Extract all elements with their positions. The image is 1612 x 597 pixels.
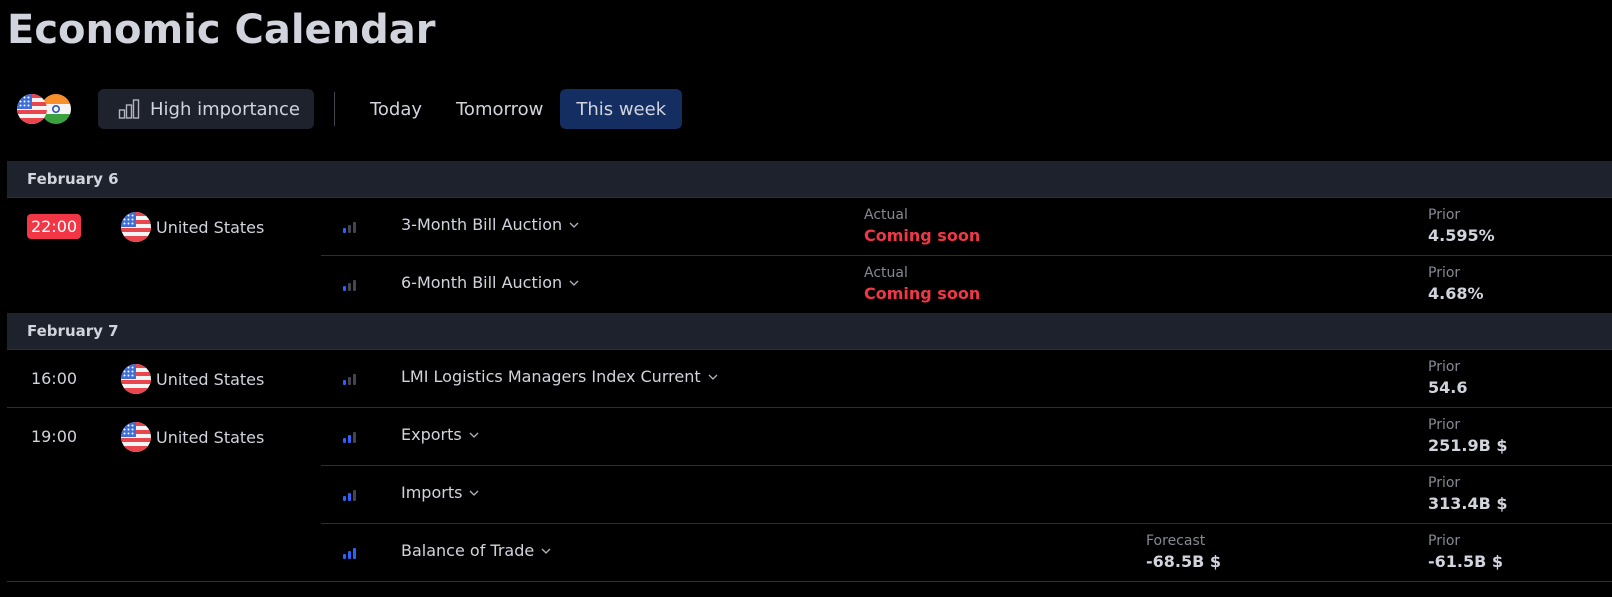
importance-bar: [353, 374, 356, 385]
chevron-down-icon: [469, 432, 479, 438]
chevron-down-icon: [569, 222, 579, 228]
event-time: 19:00: [30, 427, 78, 446]
range-this-week-button[interactable]: This week: [560, 89, 683, 129]
date-label: February 7: [27, 322, 119, 340]
chevron-down-icon: [708, 374, 718, 380]
range-today-button[interactable]: Today: [353, 89, 439, 129]
importance-bar: [353, 432, 356, 443]
country-name: United States: [156, 369, 265, 389]
us-flag-icon: [121, 364, 151, 394]
us-flag-icon: [17, 94, 47, 124]
importance-bar: [348, 283, 351, 291]
prior-value: Prior 251.9B $: [1428, 417, 1508, 455]
event-row[interactable]: 6-Month Bill Auction Actual Coming soon Pri…: [321, 256, 1612, 313]
toolbar-divider: [333, 92, 335, 126]
chevron-down-icon: [541, 548, 551, 554]
event-row[interactable]: Imports Prior 313.4B $: [321, 466, 1612, 524]
actual-value: Actual Coming soon: [864, 207, 981, 245]
time-group: 16:00 United States LMI Logistics Managers…: [7, 350, 1612, 408]
importance-bar: [348, 493, 351, 501]
event-row[interactable]: 3-Month Bill Auction Actual Coming soon Pri…: [321, 198, 1612, 256]
importance-bar: [353, 548, 356, 559]
prior-value: Prior 4.68%: [1428, 265, 1484, 303]
forecast-value: Forecast -68.5B $: [1146, 533, 1222, 571]
importance-bar: [343, 286, 346, 291]
date-header: February 7: [7, 313, 1612, 350]
event-name[interactable]: LMI Logistics Managers Index Current: [401, 367, 718, 386]
high-importance-label: High importance: [150, 98, 300, 120]
country: United States: [121, 212, 264, 242]
date-label: February 6: [27, 170, 119, 188]
event-name[interactable]: 6-Month Bill Auction: [401, 273, 579, 292]
importance-bar: [353, 280, 356, 291]
time-group: 19:00 United States Exports Prior 251.9B $ Im…: [7, 408, 1612, 582]
event-row[interactable]: Balance of Trade Forecast -68.5B $ Prior -61…: [321, 524, 1612, 581]
country-name: United States: [156, 427, 265, 447]
event-name[interactable]: Imports: [401, 483, 479, 502]
importance-bar: [353, 222, 356, 233]
country-name: United States: [156, 217, 265, 237]
importance-bar: [343, 228, 346, 233]
chevron-down-icon: [569, 280, 579, 286]
importance-bar: [343, 554, 346, 559]
prior-value: Prior 4.595%: [1428, 207, 1495, 245]
importance-icon: [343, 278, 356, 291]
importance-bar: [348, 377, 351, 385]
range-tomorrow-button[interactable]: Tomorrow: [439, 89, 560, 129]
toolbar: High importance Today Tomorrow This week: [16, 89, 683, 129]
event-name[interactable]: 3-Month Bill Auction: [401, 215, 579, 234]
importance-bar: [348, 225, 351, 233]
us-flag-icon: [121, 422, 151, 452]
importance-bars-icon: [118, 99, 140, 119]
importance-icon: [343, 372, 356, 385]
prior-value: Prior 54.6: [1428, 359, 1468, 397]
importance-icon: [343, 488, 356, 501]
importance-bar: [343, 496, 346, 501]
importance-bar: [348, 551, 351, 559]
importance-icon: [343, 546, 356, 559]
us-flag-icon: [121, 212, 151, 242]
importance-icon: [343, 220, 356, 233]
live-time-badge: 22:00: [27, 214, 81, 239]
chevron-down-icon: [469, 490, 479, 496]
event-row[interactable]: Exports Prior 251.9B $: [321, 408, 1612, 466]
prior-value: Prior -61.5B $: [1428, 533, 1504, 571]
country: United States: [121, 422, 264, 452]
importance-bar: [343, 380, 346, 385]
country-filter-button[interactable]: [16, 93, 74, 125]
actual-value: Actual Coming soon: [864, 265, 981, 303]
time-group: 22:00 United States 3-Month Bill Auction Ac…: [7, 198, 1612, 313]
event-list: February 6 22:00 United States 3-Month Bill…: [7, 161, 1612, 582]
event-name[interactable]: Balance of Trade: [401, 541, 551, 560]
date-header: February 6: [7, 161, 1612, 198]
event-row[interactable]: LMI Logistics Managers Index Current Prio…: [321, 350, 1612, 407]
importance-bar: [353, 490, 356, 501]
importance-bar: [343, 438, 346, 443]
page-title: Economic Calendar: [7, 7, 436, 53]
country: United States: [121, 364, 264, 394]
event-name[interactable]: Exports: [401, 425, 479, 444]
high-importance-button[interactable]: High importance: [98, 89, 314, 129]
importance-icon: [343, 430, 356, 443]
prior-value: Prior 313.4B $: [1428, 475, 1508, 513]
event-time: 16:00: [30, 369, 78, 388]
importance-bar: [348, 435, 351, 443]
